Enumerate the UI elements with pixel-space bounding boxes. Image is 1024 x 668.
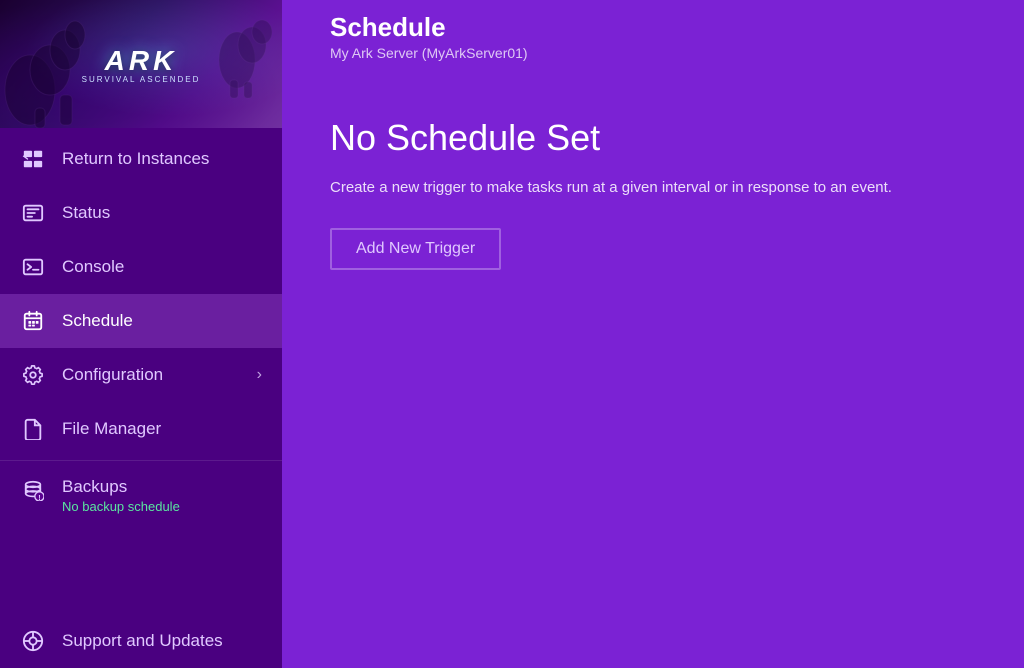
console-label: Console bbox=[62, 257, 262, 277]
no-schedule-title: No Schedule Set bbox=[330, 117, 976, 159]
sidebar-item-status[interactable]: Status bbox=[0, 186, 282, 240]
svg-text:!: ! bbox=[38, 493, 40, 501]
page-header: Schedule My Ark Server (MyArkServer01) bbox=[330, 0, 976, 81]
backups-sublabel: No backup schedule bbox=[62, 499, 180, 514]
support-icon bbox=[20, 628, 46, 654]
backups-icon: ! bbox=[20, 477, 46, 525]
sidebar-item-console[interactable]: Console bbox=[0, 240, 282, 294]
configuration-arrow: › bbox=[257, 366, 262, 384]
return-icon bbox=[20, 146, 46, 172]
sidebar-banner: ARK SURVIVAL ASCENDED bbox=[0, 0, 282, 128]
console-icon bbox=[20, 254, 46, 280]
sidebar: ARK SURVIVAL ASCENDED Return to Instance… bbox=[0, 0, 282, 668]
ark-logo: ARK SURVIVAL ASCENDED bbox=[82, 45, 201, 84]
ark-logo-sub: SURVIVAL ASCENDED bbox=[82, 75, 201, 84]
configuration-label: Configuration bbox=[62, 365, 241, 385]
sidebar-item-return-to-instances[interactable]: Return to Instances bbox=[0, 132, 282, 186]
file-manager-label: File Manager bbox=[62, 419, 262, 439]
nav-divider bbox=[0, 460, 282, 461]
sidebar-navigation: Return to Instances Status bbox=[0, 128, 282, 668]
page-title: Schedule bbox=[330, 12, 976, 43]
status-label: Status bbox=[62, 203, 262, 223]
file-icon bbox=[20, 416, 46, 442]
sidebar-item-file-manager[interactable]: File Manager bbox=[0, 402, 282, 456]
schedule-label: Schedule bbox=[62, 311, 262, 331]
backups-label: Backups bbox=[62, 477, 180, 497]
ark-logo-text: ARK bbox=[105, 45, 178, 77]
support-and-updates-label: Support and Updates bbox=[62, 631, 262, 651]
backups-text: Backups No backup schedule bbox=[62, 477, 180, 514]
main-content: Schedule My Ark Server (MyArkServer01) N… bbox=[282, 0, 1024, 668]
return-to-instances-label: Return to Instances bbox=[62, 149, 262, 169]
status-icon bbox=[20, 200, 46, 226]
dino-right-decoration bbox=[202, 10, 272, 100]
sidebar-item-support-and-updates[interactable]: Support and Updates bbox=[0, 614, 282, 668]
page-subtitle: My Ark Server (MyArkServer01) bbox=[330, 45, 976, 61]
no-schedule-description: Create a new trigger to make tasks run a… bbox=[330, 177, 976, 200]
sidebar-item-configuration[interactable]: Configuration › bbox=[0, 348, 282, 402]
schedule-icon bbox=[20, 308, 46, 334]
config-icon bbox=[20, 362, 46, 388]
sidebar-item-backups[interactable]: ! Backups No backup schedule bbox=[0, 465, 282, 533]
sidebar-item-schedule[interactable]: Schedule bbox=[0, 294, 282, 348]
content-area: No Schedule Set Create a new trigger to … bbox=[330, 81, 976, 270]
add-new-trigger-button[interactable]: Add New Trigger bbox=[330, 228, 501, 270]
